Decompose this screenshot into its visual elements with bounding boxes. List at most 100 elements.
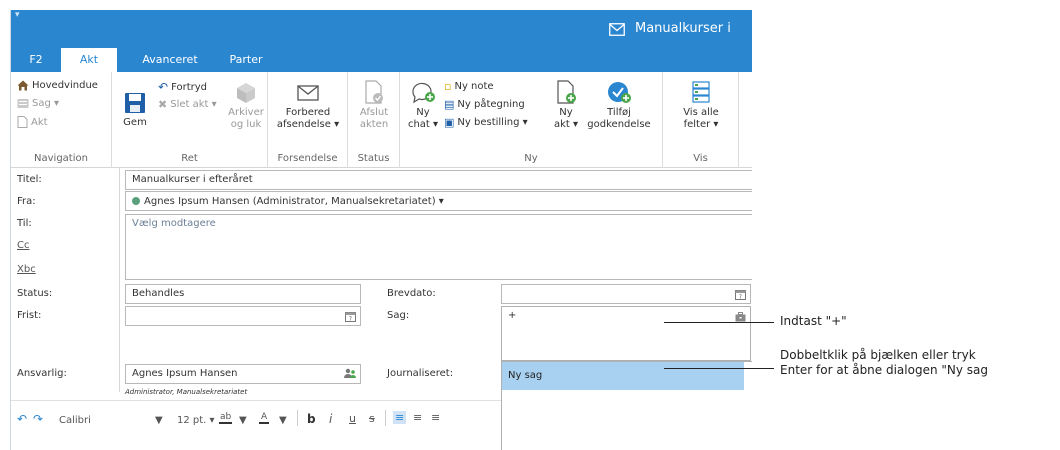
til-recipients-input[interactable]: Vælg modtagere [125,214,752,280]
title-bar: ▾ Manualkurser i [11,10,752,48]
xbc-link[interactable]: Xbc [17,264,36,275]
ribbon-group-vis: Vis alle felter ▾ Vis [663,72,739,168]
forbered-label-1: Forbered [285,107,331,118]
calendar-icon[interactable]: 7 [735,289,746,300]
font-size-select[interactable]: 12 pt. ▾ [177,415,215,426]
slet-akt-button[interactable]: ✖ Slet akt ▾ [158,98,217,111]
cc-link[interactable]: Cc [17,240,29,251]
ny-chat-label-1: Ny [416,107,430,118]
ny-sag-option[interactable]: Ny sag [502,362,744,390]
people-icon[interactable] [344,368,356,379]
svg-text:7: 7 [739,295,742,301]
hovedvindue-button[interactable]: Hovedvindue [17,80,98,91]
arkiver-og-luk-button[interactable]: Arkiver og luk [228,80,264,131]
align-left-icon[interactable]: ≡ [393,411,407,424]
navigation-group-title: Navigation [34,153,88,164]
ribbon-group-navigation: Hovedvindue Sag ▾ Akt Navigation [11,72,112,168]
font-color-icon[interactable]: A [259,412,270,424]
delete-icon: ✖ [158,98,168,111]
akt-nav-button[interactable]: Akt [17,116,48,128]
ny-bestilling-button[interactable]: ▣ Ny bestilling ▾ [444,116,528,129]
callout-line-plus [664,322,774,323]
ny-paategning-button[interactable]: ▤ Ny påtegning [444,98,525,111]
annotation-icon: ▤ [444,98,455,111]
akt-nav-label: Akt [31,116,48,128]
briefcase-icon[interactable] [735,312,746,322]
sag-input[interactable]: + [501,306,751,361]
calendar-icon[interactable]: 7 [345,311,356,322]
order-icon: ▣ [444,116,455,129]
tilfoej-godkendelse-button[interactable]: Tilføj godkendelse [584,80,654,131]
approval-check-icon [608,82,631,103]
highlight-chevron-icon[interactable]: ▼ [239,415,247,426]
ansvarlig-label: Ansvarlig: [17,368,67,379]
frist-input[interactable]: 7 [125,306,361,326]
ansvarlig-value: Agnes Ipsum Hansen [132,368,238,379]
sag-suggestion-dropdown: Ny sag [501,361,752,450]
vis-alle-felter-button[interactable]: Vis alle felter ▾ [669,80,733,131]
redo-icon[interactable]: ↷ [33,412,43,426]
vis-alle-label-2: felter ▾ [683,119,719,130]
ny-akt-label-1: Ny [559,107,573,118]
tab-akt[interactable]: Akt [61,48,117,72]
fra-select[interactable]: Agnes Ipsum Hansen (Administrator, Manua… [125,191,752,211]
callout-ny-sag-line-2: Enter for at åbne dialogen "Ny sag [780,363,989,377]
tab-f2[interactable]: F2 [11,48,61,72]
ribbon-group-ny: Ny chat ▾ ▫ Ny note ▤ Ny påtegning ▣ Ny … [400,72,663,168]
frist-label: Frist: [17,310,42,321]
afslut-label-2: akten [359,119,389,130]
bold-button[interactable]: b [307,412,316,426]
font-color-chevron-icon[interactable]: ▼ [279,415,287,426]
callout-plus: Indtast "+" [780,314,847,328]
archive-box-icon [237,83,255,103]
forbered-label-2: afsendelse ▾ [276,119,340,130]
strikethrough-button[interactable]: s [369,412,375,425]
font-family-chevron-icon[interactable]: ▼ [155,415,163,426]
align-right-icon[interactable]: ≡ [431,411,440,424]
afslut-akten-button[interactable]: Afslut akten [354,80,394,131]
case-icon [17,99,29,108]
titel-input[interactable]: Manualkurser i efteråret [125,170,752,190]
status-input[interactable]: Behandles [125,284,361,304]
align-center-icon[interactable]: ≡ [413,411,422,424]
vis-alle-label-1: Vis alle [683,107,719,118]
quick-access-menu-icon[interactable]: ▾ [15,10,20,20]
editor-top-divider [11,400,501,401]
gem-button[interactable]: Gem [120,92,150,129]
ny-akt-button[interactable]: Ny akt ▾ [552,80,580,131]
tab-parter[interactable]: Parter [221,48,271,72]
svg-text:7: 7 [349,317,352,323]
fra-value: Agnes Ipsum Hansen (Administrator, Manua… [144,195,444,207]
undo-icon[interactable]: ↶ [17,412,27,426]
app-window: ▾ Manualkurser i F2 Akt Avanceret Parter… [10,10,752,450]
arkiver-label-2: og luk [230,119,262,130]
chat-bubble-add-icon [412,82,435,104]
tilfoej-label-2: godkendelse [587,119,651,130]
fortryd-label: Fortryd [171,81,207,93]
ny-paategning-label: Ny påtegning [457,99,525,110]
fortryd-button[interactable]: ↶ Fortryd [158,80,207,94]
callout-line-ny-sag [664,368,774,369]
italic-button[interactable]: i [329,412,332,426]
brevdato-input[interactable]: 7 [501,284,751,304]
font-family-select[interactable]: Calibri [59,415,91,426]
slet-akt-label: Slet akt ▾ [170,99,217,110]
highlight-color-icon[interactable]: ab [219,412,233,424]
journaliseret-label: Journaliseret: [387,368,454,379]
sag-nav-button[interactable]: Sag ▾ [17,98,59,109]
undo-icon: ↶ [158,80,169,94]
ansvarlig-input[interactable]: Agnes Ipsum Hansen [125,364,361,384]
brevdato-label: Brevdato: [387,288,436,299]
underline-button[interactable]: u [349,412,356,425]
toolbar-divider [385,410,386,426]
til-label: Til: [17,218,32,229]
forbered-afsendelse-button[interactable]: Forbered afsendelse ▾ [272,80,344,131]
ny-note-button[interactable]: ▫ Ny note [444,80,494,93]
tab-avanceret[interactable]: Avanceret [135,48,205,72]
ret-group-title: Ret [181,153,198,164]
til-placeholder: Vælg modtagere [132,218,216,229]
sag-value: + [508,310,517,321]
ny-chat-button[interactable]: Ny chat ▾ [406,80,440,131]
vis-group-title: Vis [693,153,708,164]
gem-label: Gem [123,117,147,128]
